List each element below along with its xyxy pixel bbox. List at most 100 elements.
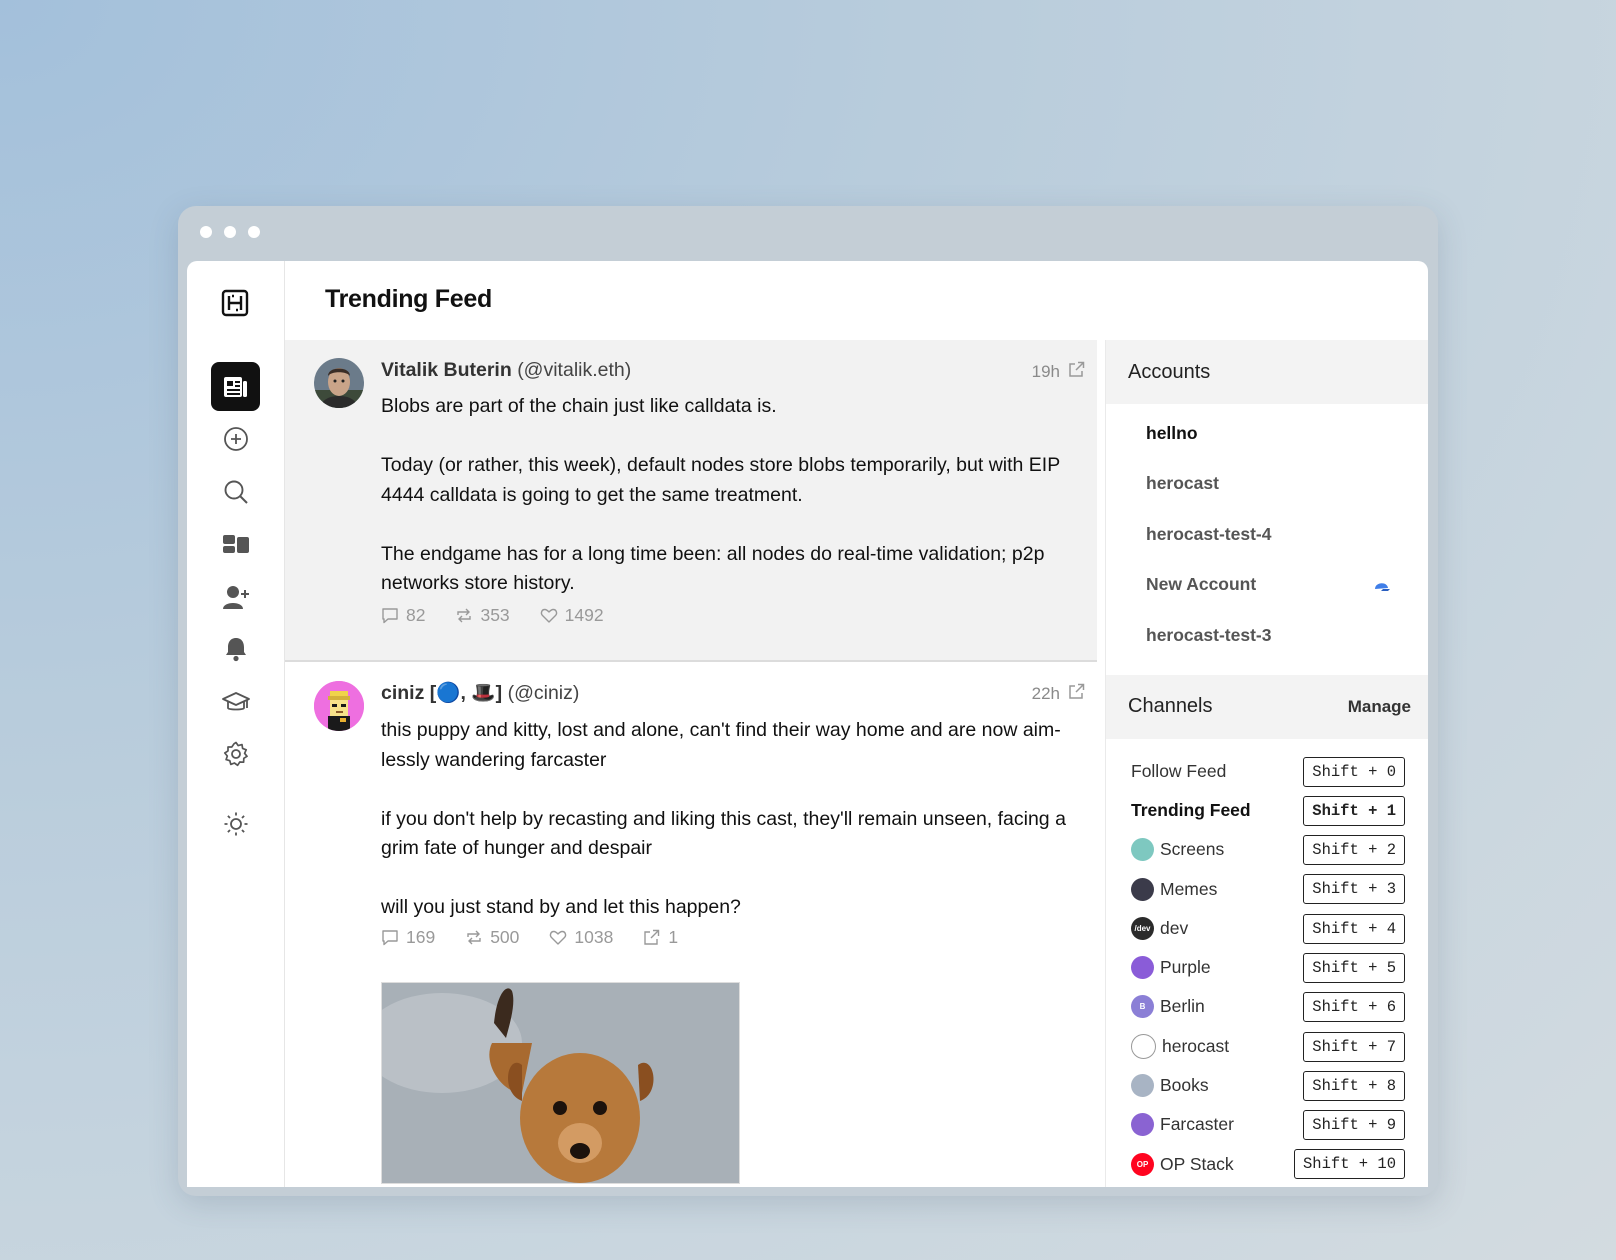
channel-label: Follow Feed [1131, 760, 1227, 781]
app-window: Trending Feed Vitalik Buterin (@vitalik.… [178, 206, 1438, 1196]
like-count: 1038 [574, 927, 614, 947]
recast-button[interactable]: 500 [465, 927, 519, 948]
channel-icon: B [1131, 995, 1154, 1019]
cast-time: 19h [1031, 362, 1060, 381]
maximize-dot[interactable] [248, 226, 260, 238]
manage-channels-button[interactable]: Manage [1348, 697, 1411, 717]
keyboard-shortcut: Shift + 1 [1303, 795, 1405, 826]
channel-label: Farcaster [1160, 1114, 1234, 1135]
reply-button[interactable]: 169 [381, 927, 435, 948]
channel-item[interactable]: OP OP Stack Shift + 10 [1106, 1144, 1428, 1183]
channel-item[interactable]: /dev dev Shift + 4 [1106, 909, 1428, 948]
keyboard-shortcut: Shift + 9 [1303, 1110, 1405, 1141]
bell-icon[interactable] [211, 624, 260, 673]
blue-cap-icon [1373, 577, 1391, 598]
keyboard-shortcut: Shift + 8 [1303, 1070, 1405, 1101]
cast-body: this puppy and kitty, lost and alone, ca… [381, 716, 1081, 952]
channel-item[interactable]: Follow Feed Shift + 0 [1106, 752, 1428, 791]
add-user-icon[interactable] [211, 572, 260, 621]
keyboard-shortcut: Shift + 6 [1303, 992, 1405, 1023]
cast-paragraph: if you don't help by recasting and likin… [381, 807, 1066, 860]
channels-icon[interactable] [211, 519, 260, 568]
cast-actions: 82 353 1492 [381, 605, 604, 626]
search-icon[interactable] [211, 467, 260, 516]
channel-label: Books [1160, 1075, 1209, 1096]
account-item[interactable]: hellno [1106, 408, 1428, 459]
accounts-list: hellno herocast herocast-test-4 New Acco… [1106, 404, 1428, 661]
window-controls [200, 226, 260, 238]
like-count: 1492 [564, 605, 604, 625]
channel-icon [1131, 877, 1154, 901]
channel-icon [1131, 1113, 1154, 1137]
accounts-header: Accounts [1106, 340, 1428, 404]
cast-image[interactable] [381, 982, 740, 1184]
heart-icon [540, 608, 557, 623]
herocast-logo-icon[interactable] [221, 289, 249, 317]
account-item[interactable]: New Account [1106, 560, 1428, 611]
feed-icon[interactable] [211, 362, 260, 411]
avatar[interactable] [314, 358, 364, 408]
reply-count: 169 [406, 927, 436, 947]
channel-icon [1131, 838, 1154, 862]
channel-item[interactable]: Purple Shift + 5 [1106, 948, 1428, 987]
channel-item[interactable]: Books Shift + 8 [1106, 1066, 1428, 1105]
avatar[interactable] [314, 681, 364, 731]
channel-item[interactable]: Trending Feed Shift + 1 [1106, 791, 1428, 830]
recast-count: 353 [480, 605, 510, 625]
like-button[interactable]: 1492 [540, 605, 604, 626]
author-name[interactable]: Vitalik Buterin [381, 359, 512, 381]
channels-header: Channels Manage [1106, 674, 1428, 739]
cast-author: Vitalik Buterin (@vitalik.eth) [381, 359, 631, 382]
author-name[interactable]: ciniz [🔵, 🎩] [381, 682, 502, 704]
recast-count: 500 [490, 927, 520, 947]
comment-icon [382, 608, 398, 624]
cast-author: ciniz [🔵, 🎩] (@ciniz) [381, 681, 579, 705]
like-button[interactable]: 1038 [549, 927, 613, 948]
cast-actions: 169 500 1038 1 [381, 927, 678, 948]
recast-button[interactable]: 353 [455, 605, 510, 626]
keyboard-shortcut: Shift + 0 [1303, 756, 1405, 787]
channel-item[interactable]: Farcaster Shift + 9 [1106, 1105, 1428, 1144]
cast-paragraph: this puppy and kitty, lost and alone, ca… [381, 719, 1061, 771]
app-content: Trending Feed Vitalik Buterin (@vitalik.… [187, 261, 1428, 1187]
cast-item[interactable]: ciniz [🔵, 🎩] (@ciniz) 22h this puppy and… [285, 662, 1097, 1184]
plus-circle-icon[interactable] [211, 414, 260, 463]
channel-label: Berlin [1160, 996, 1205, 1017]
graduation-cap-icon[interactable] [211, 677, 260, 726]
cast-meta: 22h [1032, 683, 1085, 705]
channel-icon [1131, 1033, 1156, 1059]
account-label: New Account [1146, 574, 1257, 595]
cast-paragraph: will you just stand by and let this happ… [381, 896, 741, 918]
close-dot[interactable] [200, 226, 212, 238]
cast-time: 22h [1031, 684, 1060, 703]
cast-item[interactable]: Vitalik Buterin (@vitalik.eth) 19h Blobs… [285, 340, 1097, 662]
account-item[interactable]: herocast [1106, 459, 1428, 510]
channel-label: dev [1160, 917, 1189, 938]
cast-paragraph: The endgame has for a long time been: al… [381, 542, 1045, 595]
gear-icon[interactable] [211, 729, 260, 778]
sun-icon[interactable] [211, 799, 260, 848]
minimize-dot[interactable] [224, 226, 236, 238]
keyboard-shortcut: Shift + 4 [1303, 913, 1405, 944]
external-link-icon[interactable] [1068, 683, 1085, 705]
reply-button[interactable]: 82 [381, 605, 425, 626]
accounts-heading: Accounts [1128, 360, 1211, 383]
cast-body: Blobs are part of the chain just like ca… [381, 392, 1081, 628]
channel-label: herocast [1162, 1035, 1230, 1056]
share-count: 1 [668, 927, 679, 947]
channel-label: Trending Feed [1131, 799, 1251, 820]
author-handle[interactable]: (@ciniz) [508, 682, 580, 704]
channel-item[interactable]: Memes Shift + 3 [1106, 869, 1428, 908]
keyboard-shortcut: Shift + 3 [1303, 874, 1405, 905]
channel-item[interactable]: B Berlin Shift + 6 [1106, 987, 1428, 1026]
external-link-icon[interactable] [1068, 361, 1085, 383]
channel-label: Screens [1160, 839, 1225, 860]
channel-item[interactable]: Screens Shift + 2 [1106, 830, 1428, 869]
account-item[interactable]: herocast-test-4 [1106, 509, 1428, 560]
channel-icon [1131, 1074, 1154, 1098]
author-handle[interactable]: (@vitalik.eth) [517, 359, 631, 381]
recast-icon [457, 608, 472, 623]
channel-item[interactable]: herocast Shift + 7 [1106, 1027, 1428, 1066]
share-button[interactable]: 1 [643, 927, 678, 948]
account-item[interactable]: herocast-test-3 [1106, 610, 1428, 661]
